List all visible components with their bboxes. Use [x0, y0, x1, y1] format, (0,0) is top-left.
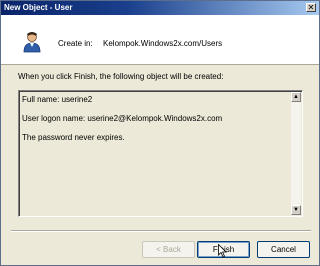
summary-line-logon-name: User logon name: userine2@Kelompok.Windo…	[22, 114, 223, 123]
cancel-button[interactable]: Cancel	[257, 241, 310, 258]
window-title: New Object - User	[4, 3, 73, 12]
scroll-down-arrow-icon: ▼	[293, 207, 299, 213]
instruction-text: When you click Finish, the following obj…	[18, 72, 224, 81]
summary-line-password: The password never expires.	[22, 133, 125, 142]
summary-textbox[interactable]: Full name: userine2 User logon name: use…	[18, 90, 303, 217]
title-bar[interactable]: New Object - User ✕	[1, 1, 319, 15]
scroll-down-button[interactable]: ▼	[291, 205, 301, 215]
create-in-label: Create in:	[58, 39, 93, 48]
mouse-pointer-icon	[218, 244, 227, 258]
close-button[interactable]: ✕	[306, 3, 316, 12]
close-icon: ✕	[307, 3, 315, 12]
new-object-user-dialog: New Object - User ✕ Create in: Kelompok.…	[0, 0, 320, 266]
create-in-path: Kelompok.Windows2x.com/Users	[103, 39, 223, 48]
user-icon	[23, 32, 41, 53]
divider	[11, 230, 311, 232]
scroll-up-arrow-icon: ▲	[293, 94, 299, 100]
back-button[interactable]: < Back	[142, 241, 195, 258]
summary-line-full-name: Full name: userine2	[22, 95, 93, 104]
vertical-scrollbar[interactable]: ▲ ▼	[291, 92, 301, 215]
scroll-up-button[interactable]: ▲	[291, 92, 301, 102]
